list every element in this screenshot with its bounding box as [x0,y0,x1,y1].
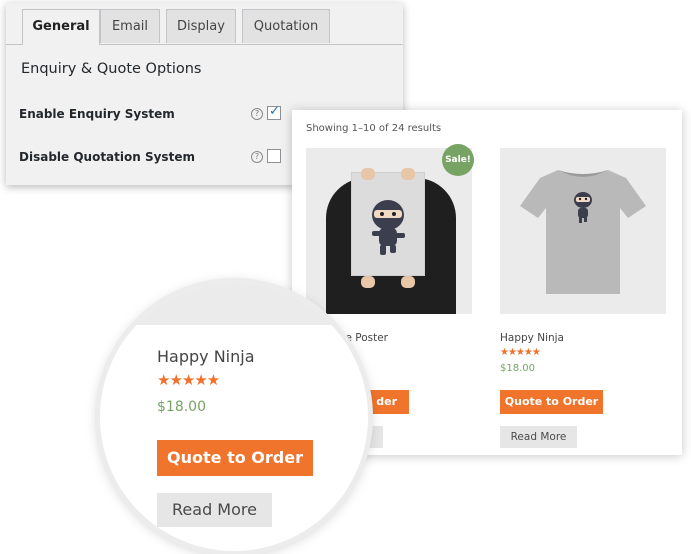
poster-sheet [351,172,425,276]
product-price: $18.00 [500,363,535,374]
sale-badge: Sale! [442,144,474,176]
quote-to-order-button[interactable]: Quote to Order [157,440,313,476]
product-price: $18.00 [157,399,206,415]
help-icon[interactable]: ? [251,151,263,163]
disable-quotation-row: Disable Quotation System ? [19,148,283,168]
ninja-tshirt-image[interactable] [500,148,666,314]
tab-display[interactable]: Display [166,9,236,43]
hand-shape [361,168,375,180]
ninja-icon [372,200,405,255]
enable-enquiry-row: Enable Enquiry System ? ✓ [19,104,283,125]
hand-shape [401,168,415,180]
product-title[interactable]: Happy Ninja [157,347,255,366]
hand-shape [401,276,415,288]
star-rating: ★★★★★ [157,371,220,389]
tab-quotation[interactable]: Quotation [242,9,330,43]
result-count: Showing 1–10 of 24 results [306,123,442,134]
quote-to-order-button[interactable]: Quote to Order [500,390,603,414]
read-more-button[interactable]: Read More [157,493,272,527]
product-title[interactable]: Happy Ninja [500,332,564,344]
disable-quotation-checkbox[interactable] [267,149,281,163]
disable-quotation-label: Disable Quotation System [19,150,195,164]
help-icon[interactable]: ? [251,108,263,120]
section-title: Enquiry & Quote Options [21,61,202,77]
magnifier-zoom: Happy Ninja ★★★★★ $18.00 Quote to Order … [100,283,368,551]
product-image-edge [100,283,368,325]
read-more-button[interactable]: Read More [500,426,577,448]
enable-enquiry-checkbox[interactable]: ✓ [267,104,281,120]
check-icon: ✓ [269,104,280,119]
tshirt-icon [520,170,646,294]
settings-tabs: General Email Display Quotation [6,3,403,45]
tab-email[interactable]: Email [100,9,160,43]
enable-enquiry-label: Enable Enquiry System [19,107,175,121]
star-rating: ★★★★★ [500,347,541,358]
tab-general[interactable]: General [22,9,100,45]
